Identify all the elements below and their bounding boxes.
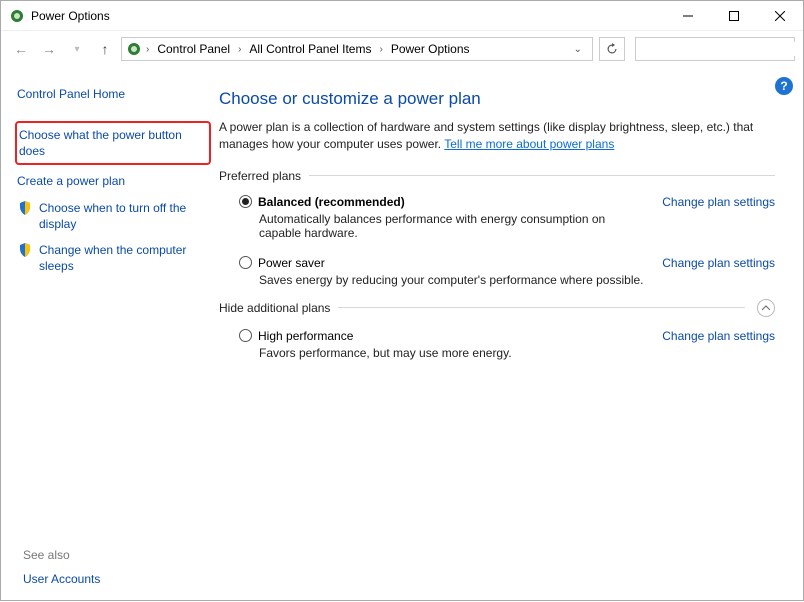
tell-me-more-link[interactable]: Tell me more about power plans [444, 137, 614, 151]
close-button[interactable] [757, 1, 803, 31]
radio-power-saver[interactable] [239, 256, 252, 269]
plan-name[interactable]: Balanced (recommended) [258, 195, 405, 209]
help-icon[interactable]: ? [775, 77, 793, 95]
minimize-button[interactable] [665, 1, 711, 31]
address-bar[interactable]: › Control Panel › All Control Panel Item… [121, 37, 593, 61]
breadcrumb-home[interactable]: Control Panel [153, 42, 234, 56]
plan-high-performance: High performance Favors performance, but… [219, 325, 775, 372]
back-button[interactable]: ← [9, 37, 33, 61]
maximize-button[interactable] [711, 1, 757, 31]
change-plan-settings-link[interactable]: Change plan settings [650, 256, 775, 287]
chevron-right-icon[interactable]: › [379, 44, 382, 55]
titlebar: Power Options [1, 1, 803, 31]
control-panel-home-link[interactable]: Control Panel Home [17, 87, 211, 101]
see-also: See also User Accounts [23, 548, 100, 586]
page-description: A power plan is a collection of hardware… [219, 119, 775, 153]
see-also-title: See also [23, 548, 100, 562]
nav-row: ← → ▾ ↑ › Control Panel › All Control Pa… [1, 31, 803, 67]
see-also-user-accounts[interactable]: User Accounts [23, 572, 100, 586]
address-icon [126, 41, 142, 57]
window-controls [665, 1, 803, 31]
chevron-right-icon[interactable]: › [238, 44, 241, 55]
plan-desc: Saves energy by reducing your computer's… [239, 270, 650, 287]
forward-button[interactable]: → [37, 37, 61, 61]
collapse-button[interactable] [757, 299, 775, 317]
sidebar-item-create-plan[interactable]: Create a power plan [17, 173, 211, 189]
refresh-button[interactable] [599, 37, 625, 61]
plan-name[interactable]: High performance [258, 329, 353, 343]
plan-desc: Favors performance, but may use more ene… [239, 343, 650, 360]
search-box[interactable] [635, 37, 795, 61]
plan-balanced: Balanced (recommended) Automatically bal… [219, 191, 775, 252]
up-button[interactable]: ↑ [93, 37, 117, 61]
recent-dropdown[interactable]: ▾ [65, 37, 89, 61]
radio-balanced[interactable] [239, 195, 252, 208]
power-options-icon [9, 8, 25, 24]
search-input[interactable] [636, 42, 803, 56]
radio-high-performance[interactable] [239, 329, 252, 342]
plan-desc: Automatically balances performance with … [239, 209, 650, 240]
shield-icon [17, 242, 33, 258]
breadcrumb-power-options[interactable]: Power Options [387, 42, 474, 56]
chevron-right-icon[interactable]: › [146, 44, 149, 55]
address-dropdown[interactable]: ⌄ [568, 44, 588, 55]
preferred-plans-header: Preferred plans [219, 169, 775, 183]
window-title: Power Options [31, 9, 665, 23]
highlighted-sidebar-item: Choose what the power button does [15, 121, 211, 165]
breadcrumb-all-items[interactable]: All Control Panel Items [245, 42, 375, 56]
change-plan-settings-link[interactable]: Change plan settings [650, 195, 775, 240]
sidebar-item-power-button[interactable]: Choose what the power button does [19, 127, 205, 159]
sidebar: Control Panel Home Choose what the power… [1, 67, 211, 602]
sidebar-item-turn-off-display[interactable]: Choose when to turn off the display [17, 200, 211, 232]
plan-power-saver: Power saver Saves energy by reducing you… [219, 252, 775, 299]
plan-name[interactable]: Power saver [258, 256, 325, 270]
change-plan-settings-link[interactable]: Change plan settings [650, 329, 775, 360]
sidebar-item-computer-sleeps[interactable]: Change when the computer sleeps [17, 242, 211, 274]
shield-icon [17, 200, 33, 216]
main-content: ? Choose or customize a power plan A pow… [211, 67, 803, 602]
page-title: Choose or customize a power plan [219, 89, 775, 109]
additional-plans-header: Hide additional plans [219, 299, 775, 317]
